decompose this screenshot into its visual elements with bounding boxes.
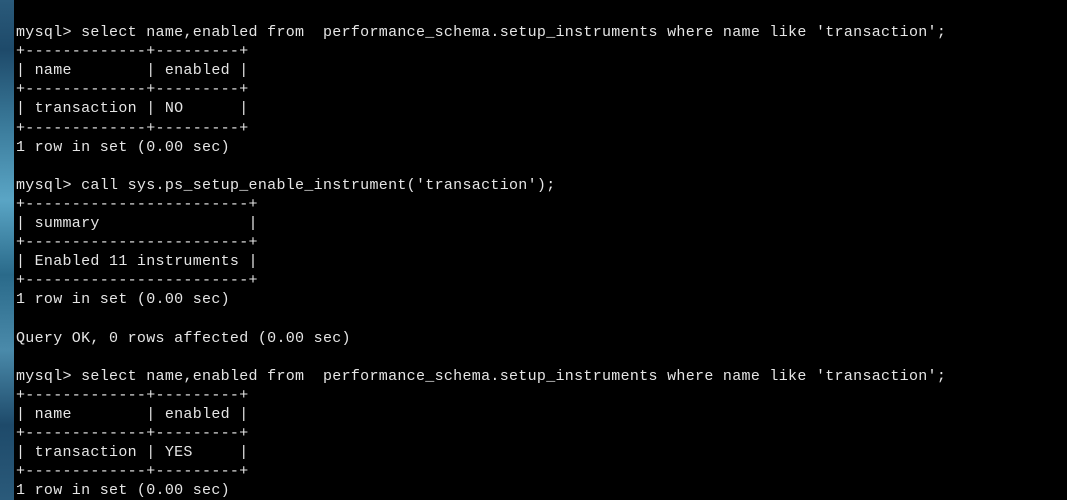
result1-header: | name | enabled | [16,62,249,79]
result1-border-top: +-------------+---------+ [16,43,249,60]
result2-status: 1 row in set (0.00 sec) [16,291,230,308]
result1-border-mid: +-------------+---------+ [16,81,249,98]
result3-status: 1 row in set (0.00 sec) [16,482,230,499]
result3-border-top: +-------------+---------+ [16,387,249,404]
query-line-2: mysql> call sys.ps_setup_enable_instrume… [16,177,556,194]
result1-row: | transaction | NO | [16,100,249,117]
result2-border-top: +------------------------+ [16,196,258,213]
result2-row: | Enabled 11 instruments | [16,253,258,270]
mysql-prompt: mysql> [16,24,81,41]
result3-border-mid: +-------------+---------+ [16,425,249,442]
mysql-terminal[interactable]: mysql> select name,enabled from performa… [16,4,1067,500]
result3-header: | name | enabled | [16,406,249,423]
query-ok-line: Query OK, 0 rows affected (0.00 sec) [16,330,351,347]
result1-status: 1 row in set (0.00 sec) [16,139,230,156]
result2-border-mid: +------------------------+ [16,234,258,251]
result1-border-bottom: +-------------+---------+ [16,120,249,137]
sql-query-1: select name,enabled from performance_sch… [81,24,946,41]
sql-query-2: call sys.ps_setup_enable_instrument('tra… [81,177,555,194]
query-line-3: mysql> select name,enabled from performa… [16,368,946,385]
result2-border-bottom: +------------------------+ [16,272,258,289]
mysql-prompt: mysql> [16,177,81,194]
mysql-prompt: mysql> [16,368,81,385]
result3-row: | transaction | YES | [16,444,249,461]
sql-query-3: select name,enabled from performance_sch… [81,368,946,385]
result2-header: | summary | [16,215,258,232]
query-line-1: mysql> select name,enabled from performa… [16,24,946,41]
result3-border-bottom: +-------------+---------+ [16,463,249,480]
desktop-background-edge [0,0,14,500]
